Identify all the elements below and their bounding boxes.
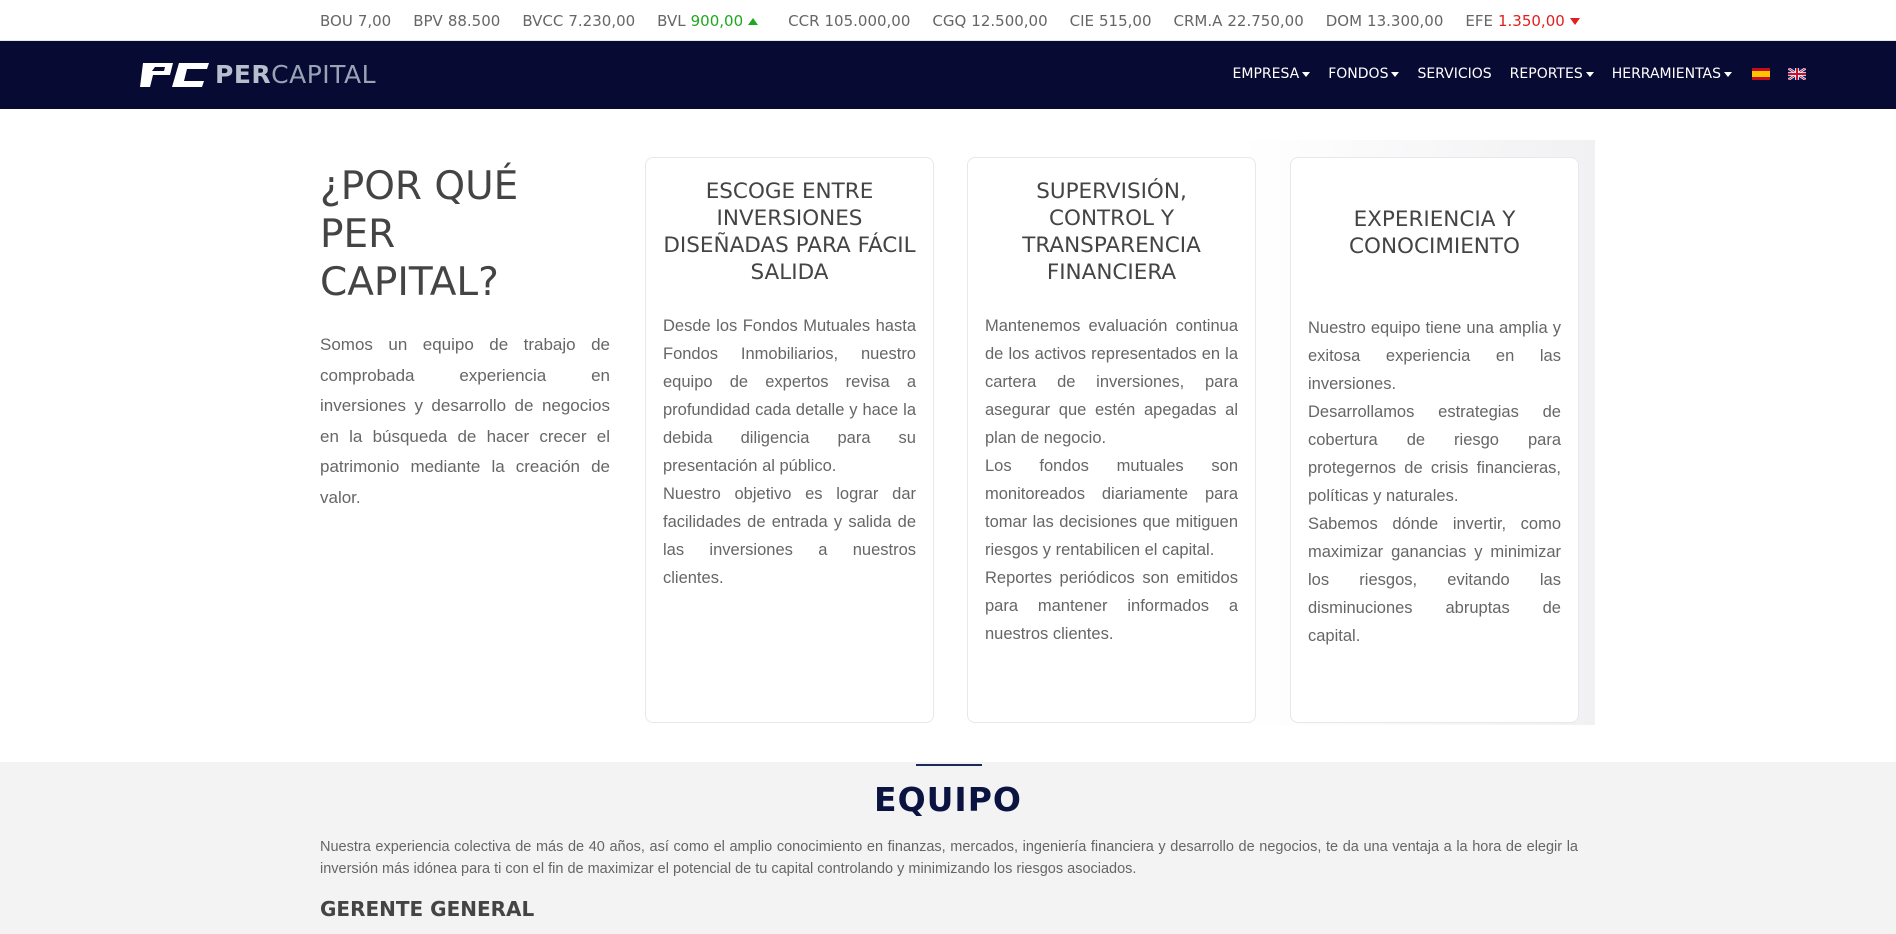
ticker-value: 1.350,00 [1497,12,1565,30]
ticker-value: 88.500 [447,12,501,30]
ticker-item: BVCC 7.230,00 [522,12,635,30]
ticker-value: 13.300,00 [1367,12,1444,30]
ticker-item: BOU 7,00 [320,12,391,30]
uk-flag-icon[interactable] [1788,68,1806,80]
ticker-value: 900,00 [690,12,744,30]
nav-item-label: SERVICIOS [1417,66,1492,82]
stock-ticker: BOU 7,00 BPV 88.500 BVCC 7.230,00 BVL 900,00 CCR… [0,0,1896,41]
nav-item-label: EMPRESA [1232,66,1300,82]
caret-down-icon [1724,71,1732,77]
card-body: Nuestro equipo tiene una amplia y exitos… [1308,314,1561,650]
equipo-title: EQUIPO [874,780,1022,819]
equipo-section: EQUIPO Nuestra experiencia colectiva de … [0,762,1896,934]
ticker-value: 22.750,00 [1227,12,1304,30]
card-paragraph: Desarrollamos estrategias de cobertura d… [1308,403,1561,505]
card-paragraph: Reportes periódicos son emitidos para ma… [985,569,1238,643]
nav-item-reportes[interactable]: REPORTES [1510,66,1594,82]
ticker-item: CRM.A 22.750,00 [1174,12,1304,30]
card-title: ESCOGE ENTRE INVERSIONES DISEÑADAS PARA … [663,179,916,285]
nav-item-herramientas[interactable]: HERRAMIENTAS [1612,66,1732,82]
ticker-symbol: CIE [1069,12,1095,30]
card-paragraph: Mantenemos evaluación continua de los ac… [985,317,1238,447]
ticker-symbol: CGQ [932,12,967,30]
card-title: SUPERVISIÓN, CONTROL Y TRANSPARENCIA FIN… [1022,179,1201,285]
ticker-item: CCR 105.000,00 [788,12,910,30]
card-title: EXPERIENCIA Y CONOCIMIENTO [1349,207,1520,259]
arrow-up-icon [748,17,759,25]
ticker-symbol: EFE [1465,12,1493,30]
card-paragraph: Desde los Fondos Mutuales hasta Fondos I… [663,317,916,475]
ticker-item: CIE 515,00 [1070,12,1152,30]
ticker-list: BOU 7,00 BPV 88.500 BVCC 7.230,00 BVL 900,00 CCR… [320,12,1602,30]
card-paragraph: Sabemos dónde invertir, como maximizar g… [1308,515,1561,645]
card-paragraph: Nuestro equipo tiene una amplia y exitos… [1308,319,1561,393]
card-paragraph: Nuestro objetivo es lograr dar facilidad… [663,485,916,587]
brand-name: PERCAPITAL [215,59,377,89]
nav-item-label: REPORTES [1509,66,1583,82]
section-divider [916,764,982,766]
ticker-value: 105.000,00 [824,12,911,30]
feature-card: SUPERVISIÓN, CONTROL Y TRANSPARENCIA FIN… [967,157,1256,723]
ticker-symbol: BOU [320,12,353,30]
arrow-down-icon [1569,17,1580,25]
equipo-text: Nuestra experiencia colectiva de más de … [320,839,1578,877]
why-text: Somos un equipo de trabajo de comprobada… [320,335,610,507]
caret-down-icon [1391,71,1400,77]
nav-item-label: HERRAMIENTAS [1611,66,1721,82]
navbar: PERCAPITAL EMPRESA FONDOS SERVICIOS REPORTE… [0,41,1896,109]
es-flag-icon[interactable] [1752,68,1770,80]
ticker-item: BVL 900,00 [657,12,759,30]
nav-item-empresa[interactable]: EMPRESA [1233,66,1311,82]
why-title: ¿POR QUÉ PER CAPITAL? [320,164,519,305]
card-paragraph: Los fondos mutuales son monitoreados dia… [985,457,1238,559]
feature-card: EXPERIENCIA Y CONOCIMIENTO Nuestro equipo… [1290,157,1579,723]
ticker-symbol: BVCC [522,12,564,30]
ticker-symbol: DOM [1325,12,1363,30]
nav-item-fondos[interactable]: FONDOS [1328,66,1400,82]
caret-down-icon [1585,71,1594,77]
ticker-symbol: CCR [788,12,820,30]
ticker-value: 7,00 [357,12,392,30]
caret-down-icon [1302,71,1311,77]
ticker-value: 515,00 [1099,12,1152,30]
ticker-value: 12.500,00 [971,12,1048,30]
brand-logo[interactable]: PERCAPITAL [139,57,376,91]
nav-item-label: FONDOS [1328,66,1389,82]
pc-logo-icon [139,57,211,91]
ticker-item: BPV 88.500 [413,12,500,30]
ticker-value: 7.230,00 [568,12,636,30]
nav-item-servicios[interactable]: SERVICIOS [1417,66,1491,82]
ticker-symbol: BPV [413,12,443,30]
ticker-item: EFE 1.350,00 [1465,12,1580,30]
gerente-general-heading: GERENTE GENERAL [320,897,535,921]
ticker-symbol: CRM.A [1173,12,1223,30]
ticker-symbol: BVL [657,12,686,30]
card-body: Desde los Fondos Mutuales hasta Fondos I… [663,312,916,592]
feature-card: ESCOGE ENTRE INVERSIONES DISEÑADAS PARA … [645,157,934,723]
ticker-item: DOM 13.300,00 [1326,12,1444,30]
card-body: Mantenemos evaluación continua de los ac… [985,312,1238,648]
main-nav: EMPRESA FONDOS SERVICIOS REPORTES HERRAMIENT… [1215,66,1806,82]
ticker-item: CGQ 12.500,00 [932,12,1047,30]
